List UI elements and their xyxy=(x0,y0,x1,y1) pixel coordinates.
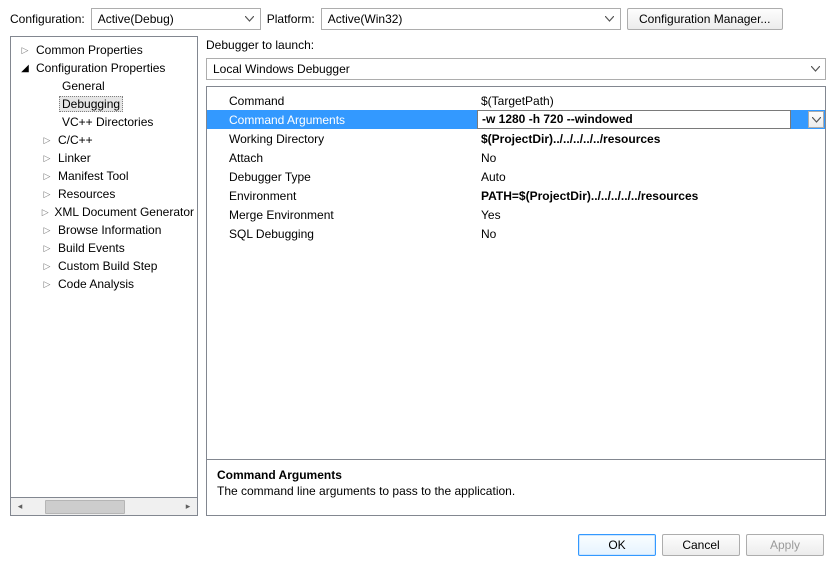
tree-collapsed-icon: ▷ xyxy=(41,188,53,200)
tree-item-code-analysis[interactable]: ▷ Code Analysis xyxy=(11,275,197,293)
grid-row-working-directory[interactable]: Working Directory $(ProjectDir)../../../… xyxy=(207,129,825,148)
grid-row-debugger-type[interactable]: Debugger Type Auto xyxy=(207,167,825,186)
scroll-thumb[interactable] xyxy=(45,500,125,514)
tree-collapsed-icon: ▷ xyxy=(41,134,53,146)
platform-combo[interactable]: Active(Win32) xyxy=(321,8,621,30)
tree-item-build-events[interactable]: ▷ Build Events xyxy=(11,239,197,257)
debugger-to-launch-value: Local Windows Debugger xyxy=(213,62,350,76)
description-text: The command line arguments to pass to th… xyxy=(217,484,815,498)
description-pane: Command Arguments The command line argum… xyxy=(207,459,825,515)
tree-expanded-icon: ◢ xyxy=(19,62,31,74)
cancel-button[interactable]: Cancel xyxy=(662,534,740,556)
tree-item-browse-information[interactable]: ▷ Browse Information xyxy=(11,221,197,239)
grid-row-sql-debugging[interactable]: SQL Debugging No xyxy=(207,224,825,243)
ok-button[interactable]: OK xyxy=(578,534,656,556)
grid-row-attach[interactable]: Attach No xyxy=(207,148,825,167)
tree-item-ccpp[interactable]: ▷ C/C++ xyxy=(11,131,197,149)
tree-item-vcpp-directories[interactable]: VC++ Directories xyxy=(11,113,197,131)
tree-item-common-properties[interactable]: ▷ Common Properties xyxy=(11,41,197,59)
configuration-label: Configuration: xyxy=(10,12,85,26)
description-title: Command Arguments xyxy=(217,468,815,482)
tree-collapsed-icon: ▷ xyxy=(41,260,53,272)
chevron-down-icon xyxy=(242,11,258,27)
configuration-value: Active(Debug) xyxy=(98,12,174,26)
debugger-to-launch-combo[interactable]: Local Windows Debugger xyxy=(206,58,826,80)
tree-item-manifest-tool[interactable]: ▷ Manifest Tool xyxy=(11,167,197,185)
property-tree[interactable]: ▷ Common Properties ◢ Configuration Prop… xyxy=(10,36,198,498)
tree-collapsed-icon: ▷ xyxy=(41,170,53,182)
tree-collapsed-icon: ▷ xyxy=(41,224,53,236)
tree-item-custom-build-step[interactable]: ▷ Custom Build Step xyxy=(11,257,197,275)
platform-value: Active(Win32) xyxy=(328,12,403,26)
grid-row-command[interactable]: Command $(TargetPath) xyxy=(207,91,825,110)
tree-item-resources[interactable]: ▷ Resources xyxy=(11,185,197,203)
tree-item-debugging[interactable]: Debugging xyxy=(11,95,197,113)
command-arguments-value[interactable]: -w 1280 -h 720 --windowed xyxy=(477,110,791,129)
tree-collapsed-icon: ▷ xyxy=(41,278,53,290)
tree-collapsed-icon: ▷ xyxy=(41,206,49,218)
tree-item-xml-doc-generator[interactable]: ▷ XML Document Generator xyxy=(11,203,197,221)
tree-horizontal-scrollbar[interactable]: ◂ ▸ xyxy=(10,498,198,516)
tree-item-general[interactable]: General xyxy=(11,77,197,95)
property-grid[interactable]: Command $(TargetPath) Command Arguments … xyxy=(207,87,825,459)
grid-row-command-arguments[interactable]: Command Arguments -w 1280 -h 720 --windo… xyxy=(207,110,825,129)
tree-collapsed-icon: ▷ xyxy=(19,44,31,56)
scroll-right-icon[interactable]: ▸ xyxy=(179,499,197,515)
debugger-to-launch-label: Debugger to launch: xyxy=(206,36,826,52)
tree-item-configuration-properties[interactable]: ◢ Configuration Properties xyxy=(11,59,197,77)
apply-button[interactable]: Apply xyxy=(746,534,824,556)
configuration-combo[interactable]: Active(Debug) xyxy=(91,8,261,30)
dropdown-button[interactable] xyxy=(808,111,824,128)
tree-collapsed-icon: ▷ xyxy=(41,152,53,164)
scroll-left-icon[interactable]: ◂ xyxy=(11,499,29,515)
configuration-manager-button[interactable]: Configuration Manager... xyxy=(627,8,783,30)
chevron-down-icon xyxy=(602,11,618,27)
tree-item-linker[interactable]: ▷ Linker xyxy=(11,149,197,167)
scroll-track[interactable] xyxy=(29,499,179,515)
chevron-down-icon xyxy=(807,61,823,77)
grid-row-environment[interactable]: Environment PATH=$(ProjectDir)../../../.… xyxy=(207,186,825,205)
grid-row-merge-environment[interactable]: Merge Environment Yes xyxy=(207,205,825,224)
tree-collapsed-icon: ▷ xyxy=(41,242,53,254)
platform-label: Platform: xyxy=(267,12,315,26)
